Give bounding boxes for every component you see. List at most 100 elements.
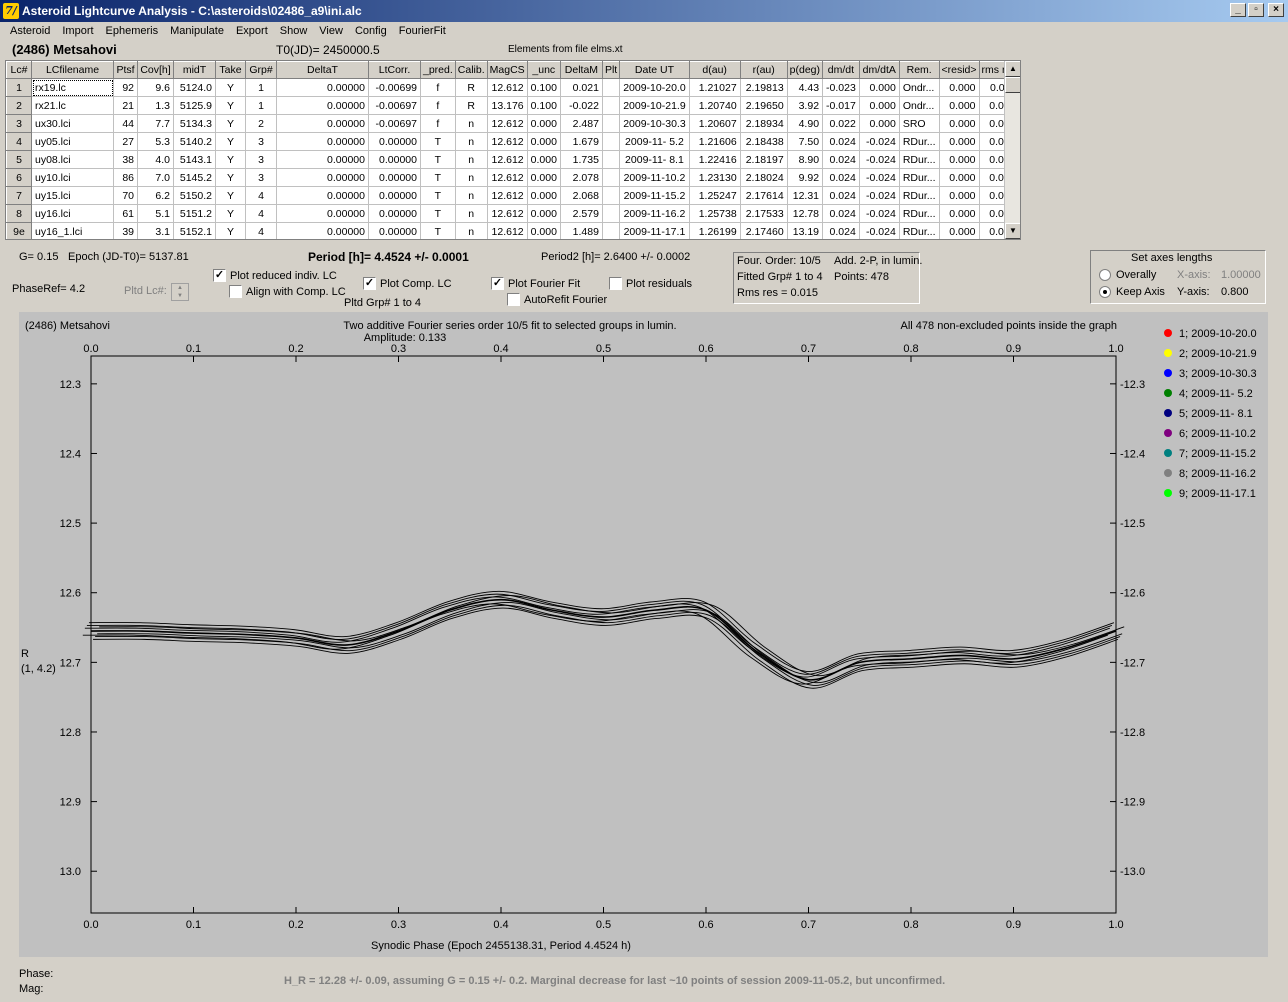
column-header[interactable]: Take xyxy=(215,61,246,79)
table-cell[interactable]: 2.18024 xyxy=(740,168,788,187)
column-header[interactable]: dm/dtA xyxy=(858,61,900,79)
table-cell[interactable]: uy10.lci xyxy=(31,168,114,187)
table-cell[interactable]: Y xyxy=(215,150,246,169)
table-cell[interactable]: -0.00699 xyxy=(368,78,421,97)
checkbox-box[interactable] xyxy=(609,277,622,290)
table-cell[interactable]: 0.00000 xyxy=(276,186,369,205)
table-cell[interactable] xyxy=(602,168,621,187)
checkbox-box[interactable]: ✓ xyxy=(363,277,376,290)
column-header[interactable]: LCfilename xyxy=(31,61,114,79)
column-header[interactable]: dm/dt xyxy=(822,61,860,79)
table-cell[interactable]: 9.92 xyxy=(787,168,824,187)
table-cell[interactable]: -0.00697 xyxy=(368,114,421,133)
lightcurve-grid[interactable]: Lc# LCfilename Ptsf Cov[h] midT Take Grp# Delta… xyxy=(5,60,1021,240)
table-cell[interactable]: uy16.lci xyxy=(31,204,114,223)
table-row[interactable]: 1 rx19.lc 92 9.6 5124.0 Y 1 0.00000 -0.00699 f R 12… xyxy=(6,78,1020,97)
row-header[interactable]: 3 xyxy=(6,114,32,133)
pltd-lc-spinner[interactable]: ▲ ▼ xyxy=(171,283,189,301)
table-cell[interactable]: 0.024 xyxy=(822,204,860,223)
table-cell[interactable]: Y xyxy=(215,204,246,223)
table-cell[interactable]: 2009-11- 5.2 xyxy=(619,132,690,151)
table-row[interactable]: 9e uy16_1.lci 39 3.1 5152.1 Y 4 0.00000 0.00000 T… xyxy=(6,222,1020,239)
table-cell[interactable]: 4.43 xyxy=(787,78,824,97)
table-cell[interactable]: -0.024 xyxy=(859,132,900,151)
checkbox-box[interactable]: ✓ xyxy=(213,269,226,282)
table-cell[interactable]: uy05.lci xyxy=(31,132,114,151)
table-cell[interactable]: RDur... xyxy=(899,150,940,169)
column-header[interactable]: Ptsf xyxy=(113,61,138,79)
table-cell[interactable]: Ondr... xyxy=(899,96,940,115)
table-cell[interactable]: 2.19813 xyxy=(740,78,788,97)
table-cell[interactable]: 3 xyxy=(245,132,277,151)
column-header[interactable]: midT xyxy=(173,61,216,79)
table-cell[interactable]: n xyxy=(455,222,488,239)
column-header[interactable]: d(au) xyxy=(688,61,741,79)
table-cell[interactable]: 38 xyxy=(113,150,138,169)
table-cell[interactable]: f xyxy=(420,78,456,97)
table-row[interactable]: 3 ux30.lci 44 7.7 5134.3 Y 2 0.00000 -0.00697 f n 1… xyxy=(6,114,1020,133)
table-cell[interactable]: 5140.2 xyxy=(173,132,216,151)
table-cell[interactable]: T xyxy=(420,168,456,187)
table-cell[interactable]: 5151.2 xyxy=(173,204,216,223)
table-cell[interactable]: 0.000 xyxy=(939,78,980,97)
table-cell[interactable]: 0.00000 xyxy=(368,150,421,169)
table-cell[interactable]: -0.024 xyxy=(859,150,900,169)
table-cell[interactable]: Y xyxy=(215,222,246,239)
plot-residuals-checkbox[interactable]: Plot residuals xyxy=(609,277,692,290)
row-header[interactable]: 9e xyxy=(6,222,32,239)
table-cell[interactable]: 2009-10-21.9 xyxy=(619,96,690,115)
table-cell[interactable]: 4.0 xyxy=(137,150,174,169)
column-header[interactable]: DeltaM xyxy=(559,61,603,79)
table-cell[interactable]: -0.00697 xyxy=(368,96,421,115)
table-cell[interactable]: 12.612 xyxy=(487,186,528,205)
table-row[interactable]: 5 uy08.lci 38 4.0 5143.1 Y 3 0.00000 0.00000 Tn 12… xyxy=(6,150,1020,169)
table-cell[interactable]: 0.100 xyxy=(527,78,561,97)
close-button[interactable]: × xyxy=(1268,3,1284,17)
table-cell[interactable]: -0.022 xyxy=(560,96,603,115)
table-cell[interactable]: 12.612 xyxy=(487,150,528,169)
table-cell[interactable]: rx21.lc xyxy=(31,96,114,115)
grid-vertical-scrollbar[interactable]: ▲ ▼ xyxy=(1004,61,1020,239)
table-cell[interactable]: n xyxy=(455,150,488,169)
table-cell[interactable]: 0.00000 xyxy=(276,222,369,239)
scroll-down-icon[interactable]: ▼ xyxy=(1005,223,1020,239)
table-cell[interactable]: 27 xyxy=(113,132,138,151)
row-header[interactable]: 4 xyxy=(6,132,32,151)
table-cell[interactable]: 0.000 xyxy=(859,96,900,115)
table-cell[interactable]: Y xyxy=(215,78,246,97)
table-cell[interactable]: T xyxy=(420,222,456,239)
table-cell[interactable]: uy15.lci xyxy=(31,186,114,205)
table-cell[interactable]: 44 xyxy=(113,114,138,133)
table-cell[interactable]: 1.3 xyxy=(137,96,174,115)
table-row[interactable]: 8 uy16.lci 61 5.1 5151.2 Y 4 0.00000 0.00000 Tn 12… xyxy=(6,204,1020,223)
menu-view[interactable]: View xyxy=(313,22,349,42)
column-header[interactable]: Plt xyxy=(601,61,621,79)
table-cell[interactable]: 1.22416 xyxy=(689,150,741,169)
table-row[interactable]: 4 uy05.lci 27 5.3 5140.2 Y 3 0.00000 0.00000 Tn 12… xyxy=(6,132,1020,151)
menu-export[interactable]: Export xyxy=(230,22,274,42)
lightcurve-plot-panel[interactable]: (2486) Metsahovi Two additive Fourier se… xyxy=(19,312,1268,957)
table-cell[interactable]: 2.19650 xyxy=(740,96,788,115)
row-header[interactable]: 6 xyxy=(6,168,32,187)
row-header[interactable]: 2 xyxy=(6,96,32,115)
table-cell[interactable]: 39 xyxy=(113,222,138,239)
column-header[interactable]: Grp# xyxy=(245,61,277,79)
table-cell[interactable]: 6.2 xyxy=(137,186,174,205)
table-cell[interactable]: 0.00000 xyxy=(368,186,421,205)
table-cell[interactable] xyxy=(602,78,621,97)
table-row[interactable]: 7 uy15.lci 70 6.2 5150.2 Y 4 0.00000 0.00000 Tn 12… xyxy=(6,186,1020,205)
table-cell[interactable]: 0.00000 xyxy=(368,168,421,187)
table-cell[interactable]: 70 xyxy=(113,186,138,205)
table-cell[interactable]: Y xyxy=(215,132,246,151)
restore-button[interactable]: ▫ xyxy=(1248,3,1264,17)
table-cell[interactable]: 12.78 xyxy=(787,204,824,223)
table-cell[interactable]: 2.579 xyxy=(560,204,603,223)
table-cell[interactable]: 5145.2 xyxy=(173,168,216,187)
checkbox-box[interactable] xyxy=(507,293,520,306)
table-cell[interactable]: ux30.lci xyxy=(31,114,114,133)
column-header[interactable]: MagCS xyxy=(486,61,528,79)
table-cell[interactable]: 2009-11-17.1 xyxy=(619,222,690,239)
table-cell[interactable]: 2 xyxy=(245,114,277,133)
table-cell[interactable]: 2.17460 xyxy=(740,222,788,239)
align-comp-checkbox[interactable]: Align with Comp. LC xyxy=(229,285,346,298)
